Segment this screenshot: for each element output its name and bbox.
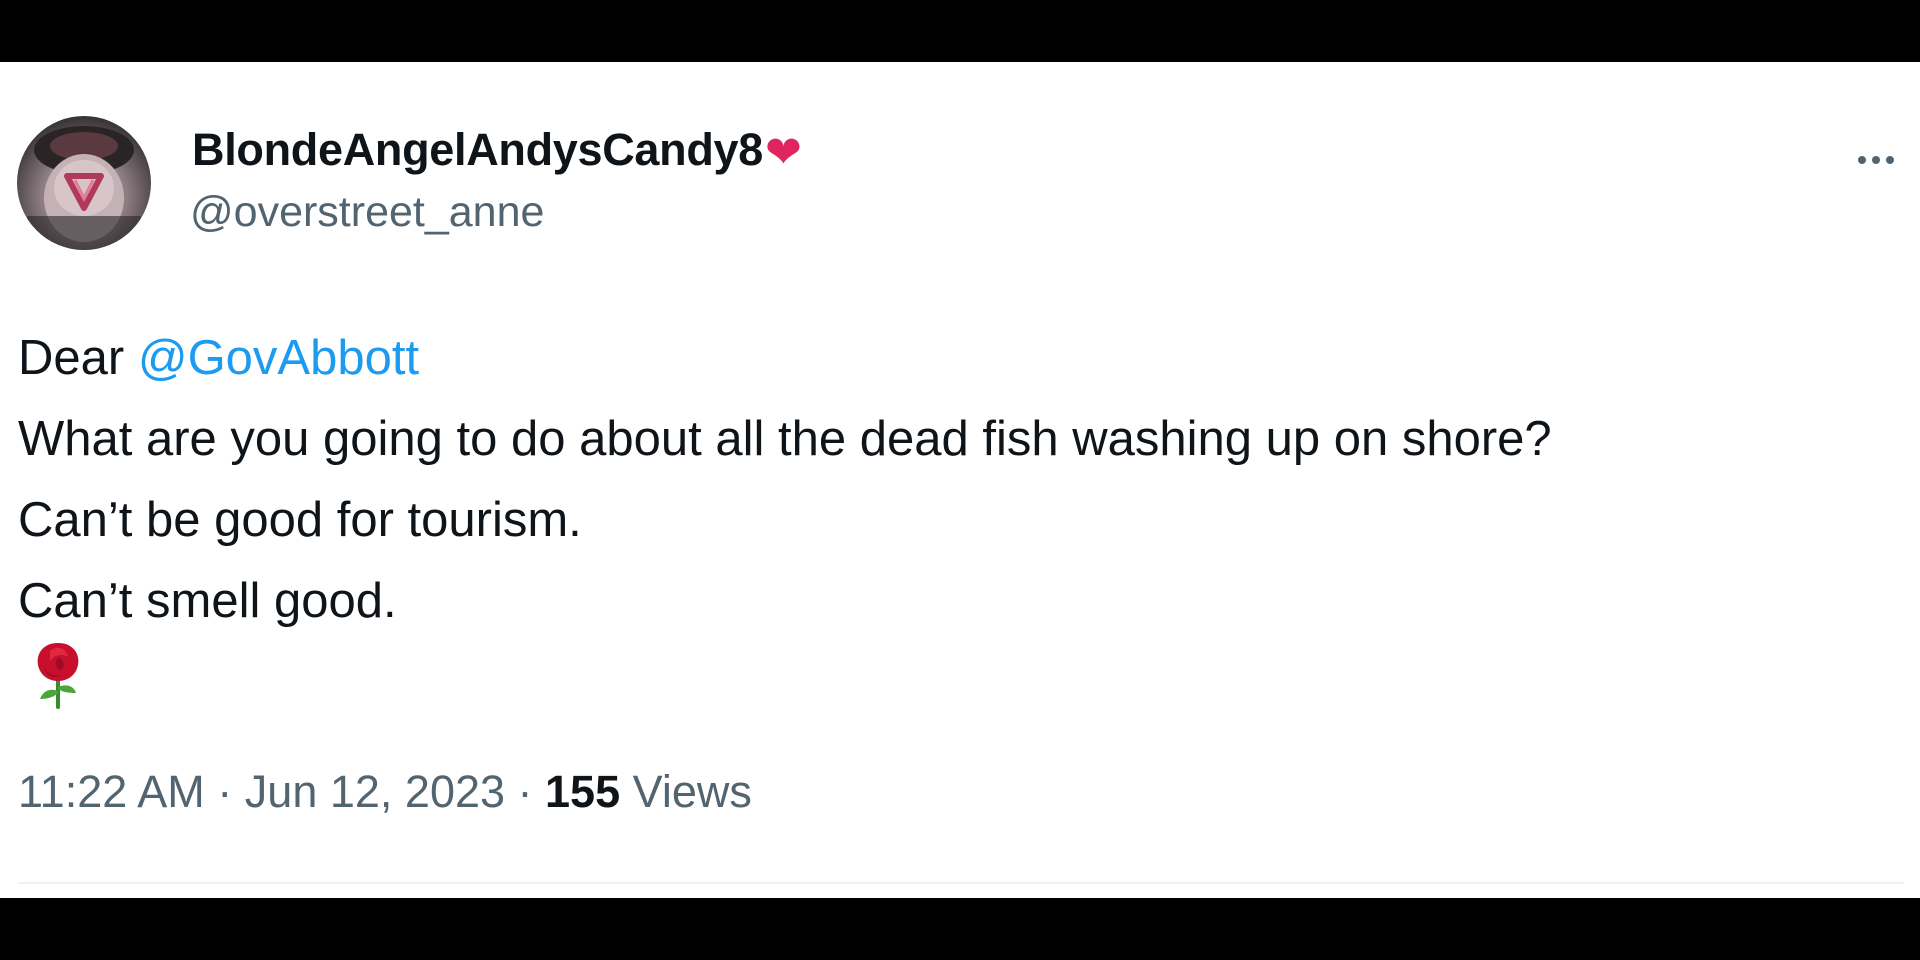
meta-separator: · (204, 766, 245, 817)
tweet-line-1: Dear @GovAbbott (18, 318, 1898, 399)
user-handle[interactable]: @overstreet_anne (190, 188, 544, 237)
avatar[interactable] (17, 116, 151, 250)
more-dot (1886, 156, 1894, 164)
tweet-line-4: Can’t smell good. (18, 574, 397, 628)
tweet-date[interactable]: Jun 12, 2023 (245, 766, 505, 817)
rose-icon (37, 643, 79, 709)
avatar-image (27, 126, 141, 250)
tweet-line-2: What are you going to do about all the d… (18, 412, 1552, 466)
tweet-time[interactable]: 11:22 AM (18, 766, 205, 817)
meta-separator: · (505, 766, 546, 817)
views-label: Views (620, 766, 752, 817)
tweet-line-3: Can’t be good for tourism. (18, 493, 582, 547)
heart-icon: ❤ (764, 128, 802, 177)
tweet-card: BlondeAngelAndysCandy8❤ @overstreet_anne… (0, 62, 1920, 898)
more-dot (1872, 156, 1880, 164)
mention-link[interactable]: @GovAbbott (138, 331, 419, 385)
views-count[interactable]: 155 (545, 766, 620, 817)
tweet-metadata: 11:22 AM · Jun 12, 2023 · 155 Views (18, 766, 752, 818)
display-name[interactable]: BlondeAngelAndysCandy8❤ (192, 124, 802, 178)
greeting-text: Dear (18, 331, 138, 385)
more-horizontal-icon (1858, 156, 1866, 164)
divider (18, 882, 1904, 884)
more-options-button[interactable] (1848, 142, 1904, 178)
display-name-text: BlondeAngelAndysCandy8 (192, 124, 763, 175)
tweet-text: Dear @GovAbbott What are you going to do… (18, 318, 1898, 642)
